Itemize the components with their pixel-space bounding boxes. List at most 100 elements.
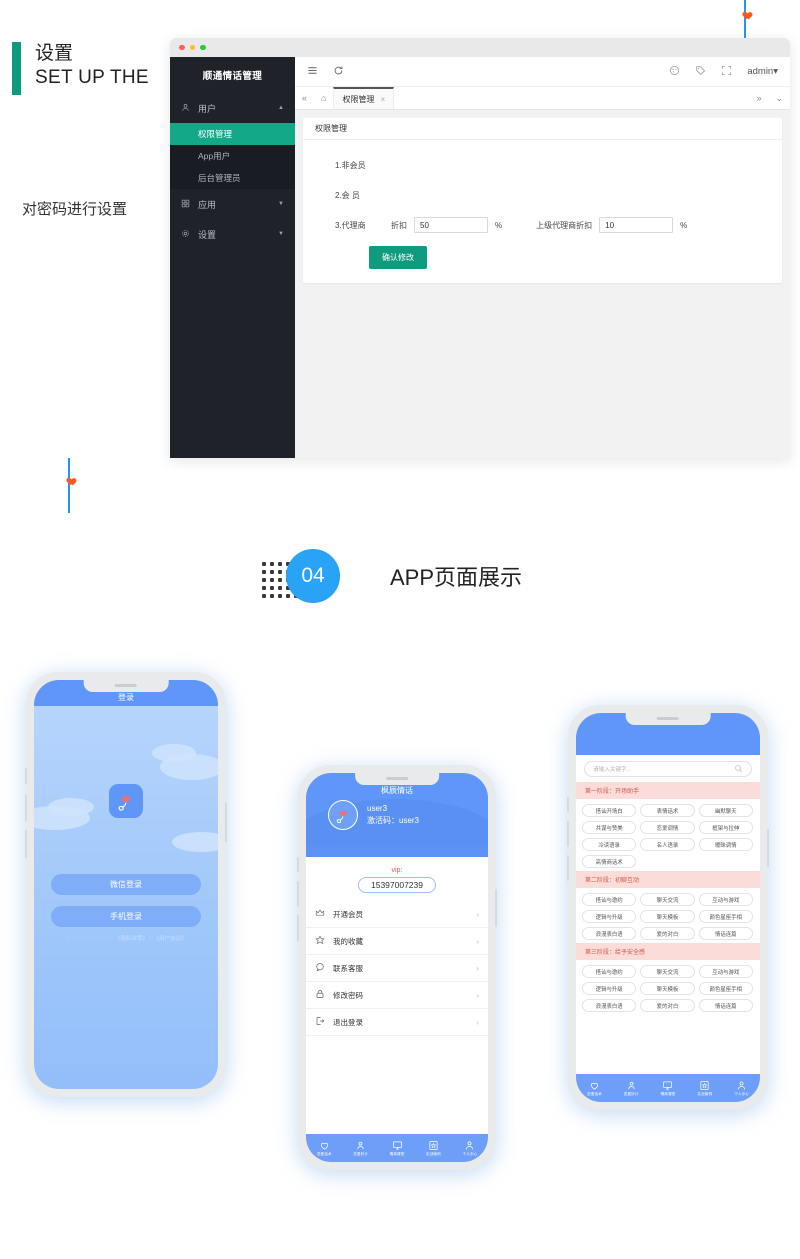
tag-item[interactable]: 情话连篇 bbox=[698, 927, 753, 940]
nav-tab-talk-2[interactable]: 恋爱话术 bbox=[576, 1080, 613, 1097]
nav-tab-cases-2[interactable]: 实战案例 bbox=[686, 1080, 723, 1097]
tag-group-stage2: 搭讪与邀约 聊天交流 互动与游戏 逻辑与升级 聊天模板 颜色星座手相 浪漫表白语… bbox=[576, 888, 760, 943]
tag-item[interactable]: 搭讪与邀约 bbox=[582, 965, 637, 978]
discount-unit: % bbox=[495, 220, 503, 230]
tag-item[interactable]: 情话连篇 bbox=[698, 999, 753, 1012]
tag-item[interactable]: 表情话术 bbox=[640, 804, 695, 817]
sidebar-group-users[interactable]: 用户 ▲ bbox=[170, 93, 295, 123]
tag-item[interactable]: 颜色星座手相 bbox=[698, 910, 753, 923]
tag-item[interactable]: 聊天交流 bbox=[640, 893, 695, 906]
tag-item[interactable]: 互动与游戏 bbox=[698, 893, 753, 906]
section-title-stage2: 第二阶段：初聊互动 bbox=[576, 871, 760, 888]
login-terms: 登录即代表您已同意《隐私政策》和《用户协议》 bbox=[34, 934, 218, 942]
tag-item[interactable]: 聊天模板 bbox=[640, 910, 695, 923]
tag-item[interactable]: 爱的对白 bbox=[640, 927, 695, 940]
tag-item[interactable]: 爱的对白 bbox=[640, 999, 695, 1012]
tag-item[interactable]: 幽默聊天 bbox=[698, 804, 753, 817]
discount-input[interactable] bbox=[414, 217, 488, 233]
hamburger-icon[interactable] bbox=[307, 65, 318, 79]
nav-tab-tips-2[interactable]: 恋爱妙计 bbox=[613, 1080, 650, 1097]
tag-item[interactable]: 搭讪与邀约 bbox=[582, 893, 637, 906]
tabbar-more-icon[interactable]: » bbox=[749, 87, 768, 109]
tag-item[interactable]: 暧昧调情 bbox=[698, 838, 753, 851]
sidebar-group-apps[interactable]: 应用 ▼ bbox=[170, 189, 295, 219]
section-title-stage3: 第三阶段：给予安全感 bbox=[576, 943, 760, 960]
tag-item[interactable]: 恋爱调情 bbox=[640, 821, 695, 834]
chevron-up-icon: ▲ bbox=[278, 105, 284, 111]
crown-icon bbox=[315, 908, 325, 920]
list-item-logout-label: 退出登录 bbox=[333, 1017, 363, 1027]
nav-tab-profile[interactable]: 个人中心 bbox=[452, 1140, 488, 1157]
tag-item[interactable]: 共谋与赞美 bbox=[582, 821, 637, 834]
tag-item[interactable]: 互动与游戏 bbox=[698, 965, 753, 978]
parent-discount-label: 上级代理商折扣 bbox=[536, 220, 593, 230]
search-input[interactable]: 请输入关键字... bbox=[584, 761, 752, 777]
tag-item[interactable]: 框架与拉伸 bbox=[698, 821, 753, 834]
wechat-login-button[interactable]: 微信登录 bbox=[50, 874, 202, 895]
chevron-right-icon-3: › bbox=[476, 963, 479, 973]
sidebar-item-admins[interactable]: 后台管理员 bbox=[170, 167, 295, 189]
close-icon[interactable]: × bbox=[380, 95, 385, 104]
page-root: 设置 SET UP THE 对密码进行设置 顺通情话管理 用户 ▲ 权限管理 A… bbox=[0, 0, 800, 1259]
sidebar-item-permissions[interactable]: 权限管理 bbox=[170, 123, 295, 145]
sidebar-item-app-users[interactable]: App用户 bbox=[170, 145, 295, 167]
tag-item[interactable]: 高情商话术 bbox=[582, 855, 637, 868]
profile-bottom-nav: 恋爱话术 恋爱妙计 情商课堂 实战案例 个人中心 bbox=[306, 1134, 488, 1162]
tag-item[interactable]: 搭讪开场白 bbox=[582, 804, 637, 817]
tag-item[interactable]: 聊天模板 bbox=[640, 982, 695, 995]
tag-item[interactable]: 冷读语录 bbox=[582, 838, 637, 851]
window-close-dot[interactable] bbox=[179, 44, 185, 51]
chevron-right-icon-4: › bbox=[476, 990, 479, 1000]
user-agreement-link[interactable]: 《用户协议》 bbox=[154, 936, 187, 942]
tab-permissions[interactable]: 权限管理 × bbox=[333, 87, 395, 109]
window-maximize-dot[interactable] bbox=[200, 44, 206, 51]
nav-tab-cases[interactable]: 实战案例 bbox=[415, 1140, 451, 1157]
tag-item[interactable]: 逻辑与升级 bbox=[582, 982, 637, 995]
chevron-down-icon: ▼ bbox=[278, 201, 284, 207]
section-heading-cn: 设置 bbox=[35, 43, 74, 64]
search-placeholder: 请输入关键字... bbox=[593, 767, 632, 773]
tabbar-home-icon[interactable]: ⌂ bbox=[314, 87, 333, 109]
tag-item[interactable]: 浪漫表白语 bbox=[582, 999, 637, 1012]
list-item-favorites[interactable]: 我的收藏 › bbox=[306, 928, 488, 955]
admin-user-menu[interactable]: admin▾ bbox=[747, 66, 778, 77]
tag-icon[interactable] bbox=[695, 65, 706, 79]
permission-row-nonmember-label: 1.非会员 bbox=[335, 160, 366, 170]
nav-tab-class[interactable]: 情商课堂 bbox=[379, 1140, 415, 1157]
nav-tab-profile-2[interactable]: 个人中心 bbox=[723, 1080, 760, 1097]
nav-tab-class-2[interactable]: 情商课堂 bbox=[650, 1080, 687, 1097]
chevron-right-icon-5: › bbox=[476, 1017, 479, 1027]
phone-login-button[interactable]: 手机登录 bbox=[50, 906, 202, 927]
list-item-membership[interactable]: 开通会员 › bbox=[306, 901, 488, 928]
refresh-icon[interactable] bbox=[333, 65, 344, 79]
star-icon bbox=[315, 935, 325, 947]
nav-tab-talk-2-label: 恋爱话术 bbox=[587, 1091, 602, 1096]
logout-icon bbox=[315, 1016, 325, 1028]
nav-tab-tips[interactable]: 恋爱妙计 bbox=[342, 1140, 378, 1157]
terms-prefix: 登录即代表您已同意 bbox=[65, 936, 115, 942]
tag-item[interactable]: 逻辑与升级 bbox=[582, 910, 637, 923]
tag-item[interactable]: 浪漫表白语 bbox=[582, 927, 637, 940]
sidebar-group-apps-label: 应用 bbox=[198, 199, 217, 210]
theme-icon[interactable] bbox=[669, 65, 680, 79]
admin-topbar: admin▾ bbox=[295, 57, 790, 87]
confirm-modify-button[interactable]: 确认修改 bbox=[369, 246, 427, 269]
sidebar-group-settings[interactable]: 设置 ▼ bbox=[170, 219, 295, 249]
list-item-change-password[interactable]: 修改密码 › bbox=[306, 982, 488, 1009]
fullscreen-icon[interactable] bbox=[721, 65, 732, 79]
tag-item[interactable]: 聊天交流 bbox=[640, 965, 695, 978]
window-minimize-dot[interactable] bbox=[189, 44, 195, 51]
search-icon[interactable] bbox=[734, 760, 743, 778]
nav-tab-talk[interactable]: 恋爱话术 bbox=[306, 1140, 342, 1157]
tag-item[interactable]: 颜色星座手相 bbox=[698, 982, 753, 995]
avatar[interactable] bbox=[328, 800, 358, 830]
privacy-policy-link[interactable]: 《隐私政策》 bbox=[115, 936, 148, 942]
list-item-logout[interactable]: 退出登录 › bbox=[306, 1009, 488, 1036]
list-item-support[interactable]: 联系客服 › bbox=[306, 955, 488, 982]
tabbar-down-icon[interactable]: ⌄ bbox=[768, 87, 790, 109]
tag-item[interactable]: 名人语录 bbox=[640, 838, 695, 851]
tabbar-collapse-icon[interactable]: « bbox=[295, 87, 314, 109]
parent-discount-unit: % bbox=[680, 220, 688, 230]
parent-discount-input[interactable] bbox=[599, 217, 674, 233]
sidebar-item-admins-label: 后台管理员 bbox=[198, 173, 241, 183]
